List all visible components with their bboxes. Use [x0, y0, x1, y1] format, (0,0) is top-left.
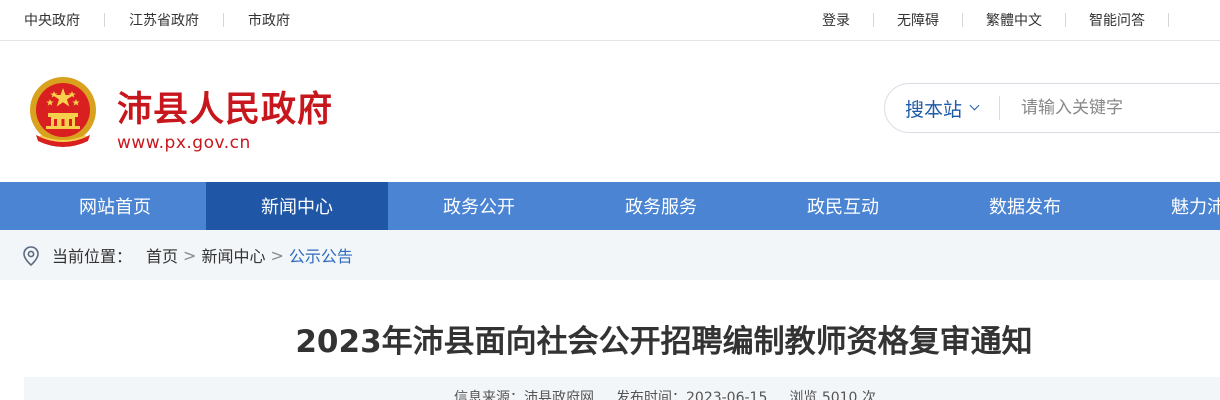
article-view-count: 浏览 5010 次 — [789, 390, 876, 400]
breadcrumb-home[interactable]: 首页 — [146, 243, 178, 267]
breadcrumb-news-center[interactable]: 新闻中心 — [201, 243, 265, 267]
top-links-right: 登录 无障碍 繁體中文 智能问答 — [822, 0, 1192, 40]
top-link-central-gov[interactable]: 中央政府 — [24, 10, 80, 30]
top-link-city-gov[interactable]: 市政府 — [248, 10, 290, 30]
nav-item-government-services[interactable]: 政务服务 — [570, 182, 752, 230]
nav-item-government-affairs[interactable]: 政务公开 — [388, 182, 570, 230]
site-header: 沛县人民政府 www.px.gov.cn 搜本站 — [0, 41, 1220, 182]
article-meta: 信息来源：沛县政府网 发布时间：2023-06-15 浏览 5010 次 — [454, 387, 898, 400]
search-scope-label: 搜本站 — [905, 98, 963, 121]
top-link-province-gov[interactable]: 江苏省政府 — [129, 10, 199, 30]
nav-item-news-center[interactable]: 新闻中心 — [206, 182, 388, 230]
article-source: 信息来源：沛县政府网 — [454, 390, 594, 400]
nav-item-charm[interactable]: 魅力沛 — [1116, 182, 1220, 230]
smart-qa-link[interactable]: 智能问答 — [1089, 10, 1145, 30]
divider — [873, 13, 874, 27]
divider — [962, 13, 963, 27]
top-links-left: 中央政府 江苏省政府 市政府 — [24, 0, 290, 40]
divider — [223, 13, 224, 27]
nav-item-data-release[interactable]: 数据发布 — [934, 182, 1116, 230]
breadcrumb-label: 当前位置： — [52, 247, 133, 266]
breadcrumb-announcements[interactable]: 公示公告 — [289, 243, 353, 267]
search-scope-dropdown[interactable]: 搜本站 — [905, 84, 980, 132]
chevron-down-icon — [969, 100, 980, 111]
breadcrumb-separator: > — [270, 245, 284, 265]
divider — [1065, 13, 1066, 27]
site-title[interactable]: 沛县人民政府 — [117, 81, 333, 132]
breadcrumb-bar: 当前位置： 首页 > 新闻中心 > 公示公告 — [0, 230, 1220, 280]
location-pin-icon — [23, 246, 39, 266]
accessibility-link[interactable]: 无障碍 — [897, 10, 939, 30]
breadcrumb-separator: > — [183, 245, 197, 265]
national-emblem-icon[interactable] — [26, 73, 100, 153]
breadcrumb: 当前位置： 首页 > 新闻中心 > 公示公告 — [52, 230, 353, 280]
nav-item-interaction[interactable]: 政民互动 — [752, 182, 934, 230]
traditional-chinese-link[interactable]: 繁體中文 — [986, 10, 1042, 30]
search-input[interactable] — [1021, 94, 1220, 122]
divider — [1168, 13, 1169, 27]
divider — [999, 96, 1000, 120]
search-box: 搜本站 — [884, 83, 1220, 133]
nav-item-home[interactable]: 网站首页 — [24, 182, 206, 230]
article-meta-bar: 信息来源：沛县政府网 发布时间：2023-06-15 浏览 5010 次 — [24, 377, 1220, 400]
top-utility-bar: 中央政府 江苏省政府 市政府 登录 无障碍 繁體中文 智能问答 — [0, 0, 1220, 41]
site-url[interactable]: www.px.gov.cn — [117, 133, 251, 153]
login-link[interactable]: 登录 — [822, 10, 850, 30]
main-nav: 网站首页 新闻中心 政务公开 政务服务 政民互动 数据发布 魅力沛 — [0, 182, 1220, 230]
article-publish-date: 发布时间：2023-06-15 — [616, 390, 768, 400]
divider — [104, 13, 105, 27]
article-title: 2023年沛县面向社会公开招聘编制教师资格复审通知 — [295, 324, 1033, 360]
